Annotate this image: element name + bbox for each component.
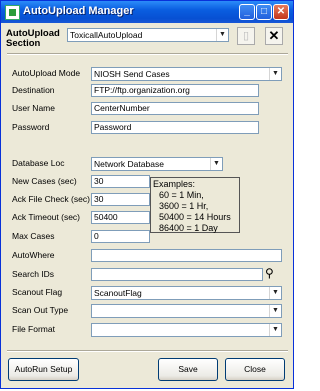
footer-divider (7, 350, 288, 352)
maxcases-field[interactable]: 0 (91, 230, 150, 243)
chevron-down-icon: ▼ (269, 324, 281, 336)
close-button[interactable]: Close (225, 358, 285, 381)
window-close-button[interactable]: ✕ (273, 4, 289, 20)
chevron-down-icon: ▼ (210, 158, 222, 170)
scanoutflag-label: Scanout Flag (12, 287, 63, 297)
save-button[interactable]: Save (158, 358, 218, 381)
example-line: 60 = 1 Min, (159, 190, 204, 200)
maxcases-label: Max Cases (12, 231, 55, 241)
minimize-icon: _ (244, 6, 250, 17)
window-title: AutoUpload Manager (23, 5, 134, 17)
mode-select-value: NIOSH Send Cases (94, 69, 170, 79)
password-field[interactable]: Password (91, 121, 259, 134)
username-label: User Name (12, 103, 55, 113)
example-line: 86400 = 1 Day (159, 223, 218, 233)
x-icon: ✕ (268, 28, 280, 43)
fileformat-label: File Format (12, 324, 55, 334)
mode-label: AutoUpload Mode (12, 68, 81, 78)
delete-section-button[interactable]: ✕ (265, 27, 283, 45)
chevron-down-icon: ▼ (216, 29, 228, 41)
autoupload-manager-window: AutoUpload Manager _ □ ✕ AutoUpload Sect… (0, 0, 294, 389)
example-line: 50400 = 14 Hours (159, 212, 231, 222)
maximize-button[interactable]: □ (256, 4, 272, 20)
scanouttype-label: Scan Out Type (12, 305, 69, 315)
dbloc-select-value: Network Database (94, 159, 164, 169)
examples-title: Examples: (153, 179, 196, 189)
ackcheck-field[interactable]: 30 (91, 193, 150, 206)
chevron-down-icon: ▼ (269, 68, 281, 80)
examples-box: Examples: 60 = 1 Min, 3600 = 1 Hr, 50400… (150, 177, 240, 233)
autowhere-label: AutoWhere (12, 250, 55, 260)
binoculars-icon[interactable]: ⚲ (265, 266, 274, 280)
username-field[interactable]: CenterNumber (91, 102, 259, 115)
ackcheck-label: Ack File Check (sec) (12, 194, 90, 204)
acktimeout-label: Ack Timeout (sec) (12, 212, 81, 222)
destination-label: Destination (12, 85, 55, 95)
dbloc-select[interactable]: Network Database ▼ (91, 157, 223, 171)
close-icon: ✕ (276, 6, 286, 17)
scanoutflag-select-value: ScanoutFlag (94, 288, 142, 298)
minimize-button[interactable]: _ (239, 4, 255, 20)
maximize-icon: □ (260, 6, 268, 17)
searchids-label: Search IDs (12, 269, 55, 279)
mode-select[interactable]: NIOSH Send Cases ▼ (91, 67, 282, 81)
section-select[interactable]: ToxicallAutoUpload ▼ (67, 28, 229, 42)
fileformat-select[interactable]: ▼ (91, 323, 282, 337)
newcases-field[interactable]: 30 (91, 175, 150, 188)
dbloc-label: Database Loc (12, 158, 65, 168)
chevron-down-icon: ▼ (269, 305, 281, 317)
newcases-label: New Cases (sec) (12, 176, 77, 186)
blank-page-icon: ▯ (242, 30, 250, 42)
password-label: Password (12, 122, 50, 132)
title-bar[interactable]: AutoUpload Manager _ □ ✕ (1, 1, 293, 23)
acktimeout-field[interactable]: 50400 (91, 211, 150, 224)
destination-field[interactable]: FTP://ftp.organization.org (91, 84, 259, 97)
autowhere-field[interactable] (91, 249, 282, 262)
chevron-down-icon: ▼ (269, 287, 281, 299)
scanouttype-select[interactable]: ▼ (91, 304, 282, 318)
scanoutflag-select[interactable]: ScanoutFlag ▼ (91, 286, 282, 300)
new-section-button[interactable]: ▯ (237, 27, 255, 45)
section-label-2: Section (6, 38, 41, 49)
searchids-field[interactable] (91, 268, 263, 281)
section-select-value: ToxicallAutoUpload (70, 30, 143, 40)
app-icon (5, 5, 20, 20)
header-divider (7, 53, 288, 55)
autorun-setup-button[interactable]: AutoRun Setup (8, 358, 79, 381)
example-line: 3600 = 1 Hr, (159, 201, 209, 211)
